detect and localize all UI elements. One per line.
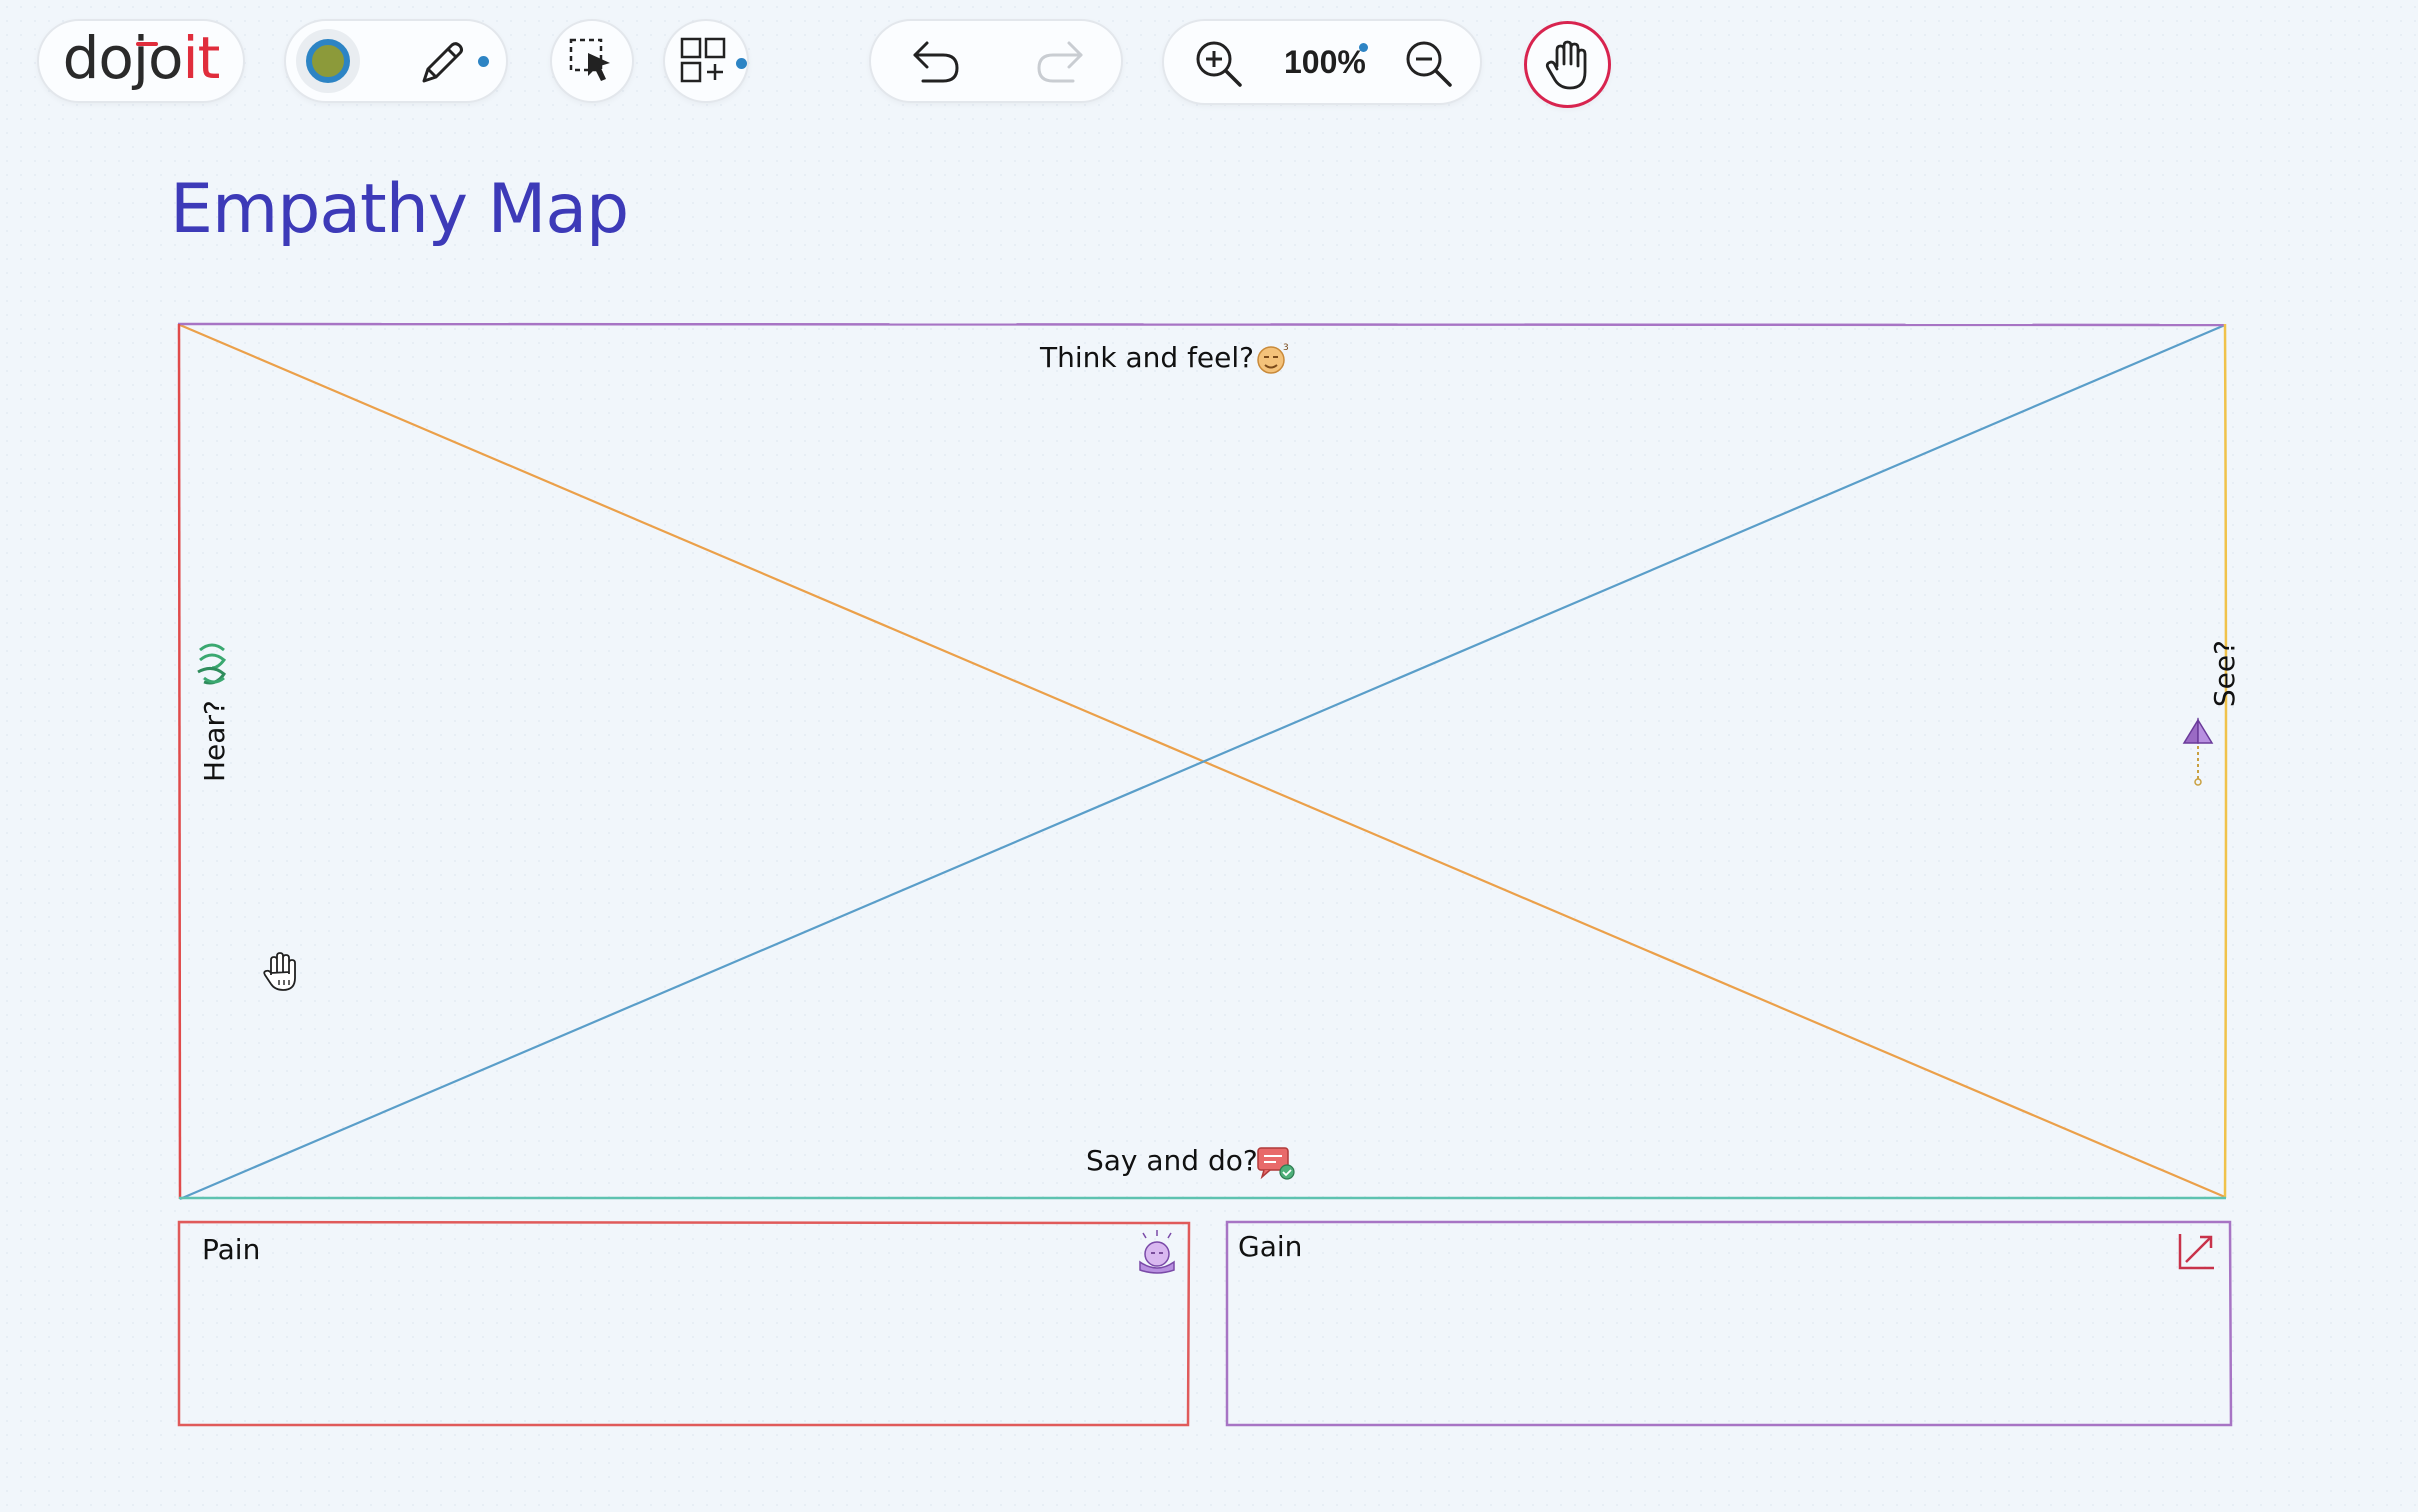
hear-label[interactable]: Hear? [198,700,231,782]
say-do-label[interactable]: Say and do? [1086,1144,1258,1177]
pain-label[interactable]: Pain [202,1233,260,1266]
svg-text:3: 3 [1283,343,1289,353]
board-border-bottom [178,1196,2227,1201]
board-border-top [177,321,2227,327]
headache-icon [1139,1230,1175,1274]
hand-cursor-icon [263,952,296,991]
pain-box[interactable] [177,1220,1191,1427]
board-border-right [2223,323,2228,1199]
eye-cone-icon [2182,717,2214,786]
empathy-map-board[interactable]: 3 [0,0,2418,1512]
gain-box[interactable] [1225,1220,2233,1427]
sound-waves-icon [197,643,227,685]
think-feel-label[interactable]: Think and feel? [1040,341,1254,374]
growth-chart-icon [2178,1234,2214,1270]
board-border-left [177,323,182,1200]
see-label[interactable]: See? [2208,640,2241,707]
gain-label[interactable]: Gain [1238,1230,1302,1263]
thinking-face-icon: 3 [1257,343,1289,374]
chat-bubble-icon [1257,1147,1295,1180]
